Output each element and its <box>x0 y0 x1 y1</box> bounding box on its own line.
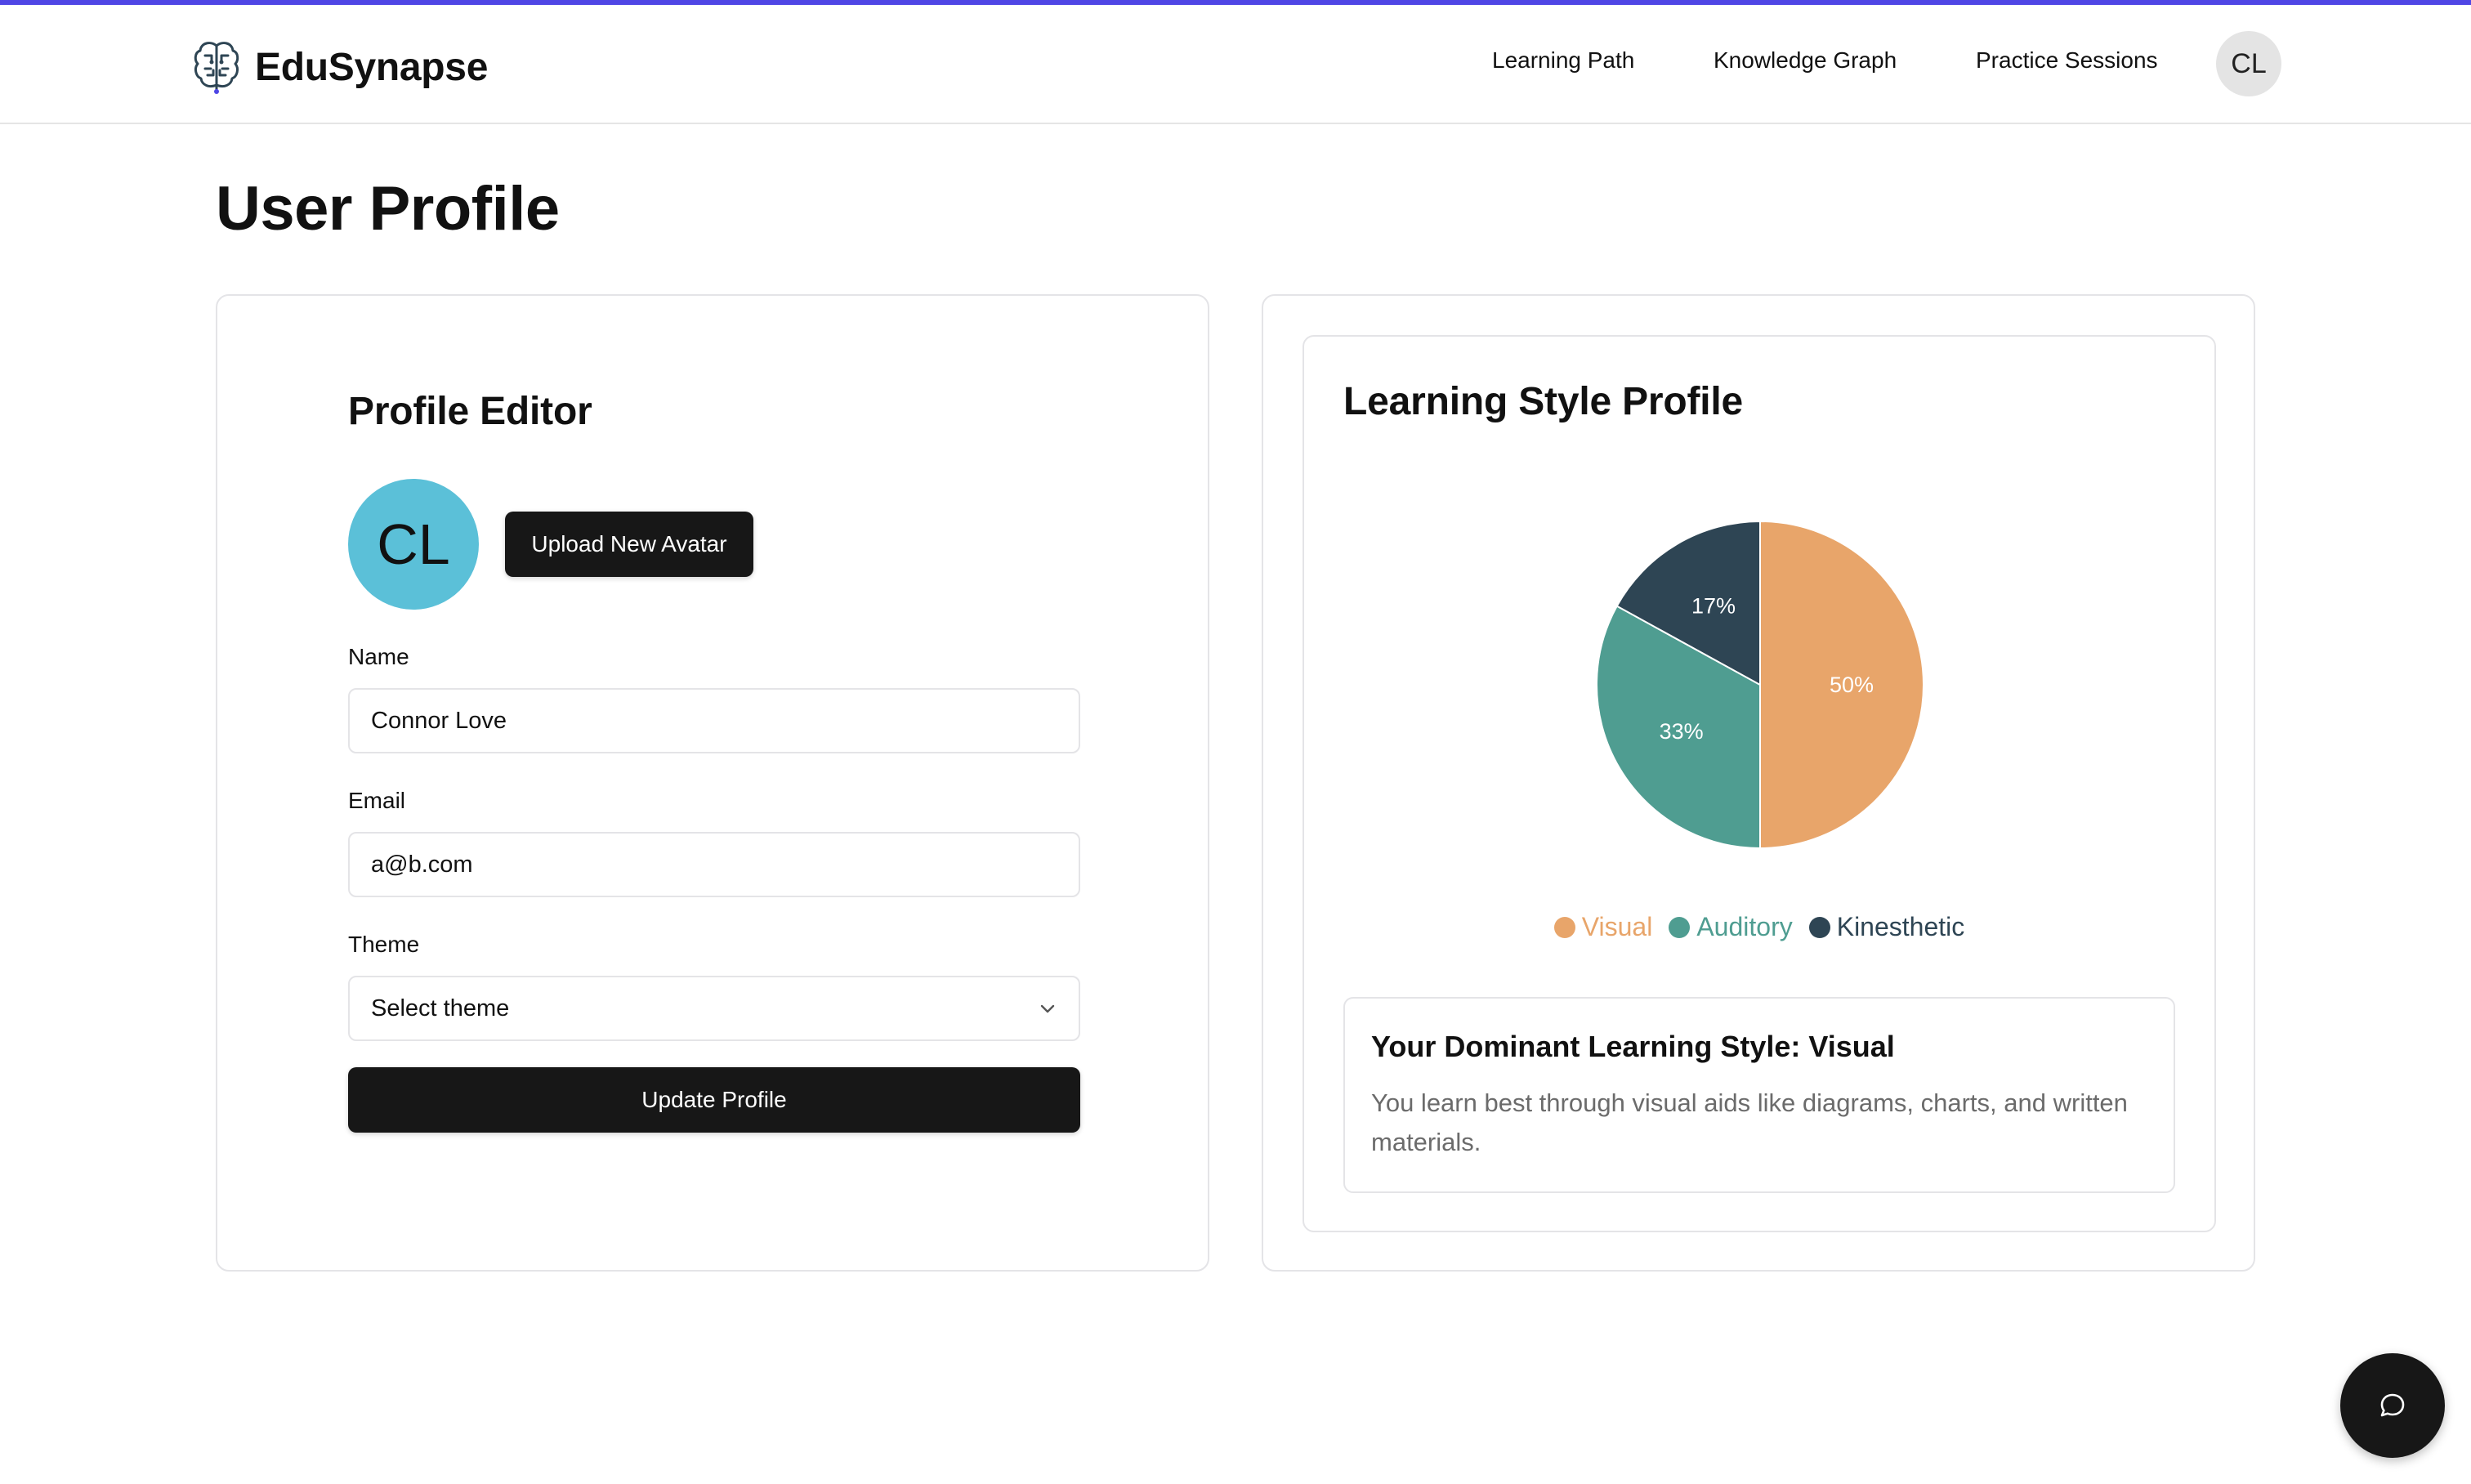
chart-legend: Visual Auditory Kinesthetic <box>1304 912 2214 942</box>
pie-chart-svg: 50% 33% 17% <box>1596 520 1924 850</box>
chat-button[interactable] <box>2340 1353 2445 1458</box>
dominant-style-title: Your Dominant Learning Style: Visual <box>1371 1030 1895 1063</box>
dominant-style-description: You learn best through visual aids like … <box>1371 1088 2128 1156</box>
nav-learning-path[interactable]: Learning Path <box>1492 47 1634 74</box>
learning-style-card: Learning Style Profile 50% 33% 17% Visual A… <box>1262 294 2255 1272</box>
brand-name: EduSynapse <box>255 45 489 89</box>
theme-select-value: Select theme <box>371 995 510 1021</box>
brain-icon <box>194 42 239 94</box>
legend-item-auditory[interactable]: Auditory <box>1669 912 1793 942</box>
brand[interactable]: EduSynapse <box>193 39 488 95</box>
name-label: Name <box>348 644 409 669</box>
profile-editor-card: Profile Editor CL Upload New Avatar Name… <box>216 294 1209 1272</box>
email-label: Email <box>348 788 406 813</box>
navbar: EduSynapse Learning Path Knowledge Graph… <box>0 5 2471 124</box>
page-title: User Profile <box>216 174 560 244</box>
name-input[interactable] <box>348 688 1080 753</box>
legend-label: Kinesthetic <box>1836 912 1965 941</box>
update-profile-button[interactable]: Update Profile <box>348 1067 1080 1133</box>
chevron-down-icon <box>1040 1004 1055 1013</box>
theme-select[interactable]: Select theme <box>348 976 1080 1041</box>
legend-dot <box>1669 916 1691 938</box>
upload-avatar-button[interactable]: Upload New Avatar <box>505 512 753 577</box>
nav-knowledge-graph[interactable]: Knowledge Graph <box>1714 47 1897 74</box>
learning-style-title: Learning Style Profile <box>1343 380 1744 423</box>
legend-item-visual[interactable]: Visual <box>1553 912 1653 942</box>
pie-label-kinesthetic: 17% <box>1691 594 1736 619</box>
chat-bubble-icon <box>2380 1393 2405 1417</box>
dominant-style-box: Your Dominant Learning Style: Visual You… <box>1343 997 2175 1193</box>
pie-label-visual: 50% <box>1830 673 1874 697</box>
email-input[interactable] <box>348 832 1080 897</box>
nav-practice-sessions[interactable]: Practice Sessions <box>1976 47 2158 74</box>
legend-label: Auditory <box>1696 912 1793 941</box>
profile-avatar: CL <box>348 479 479 610</box>
legend-dot <box>1808 916 1830 938</box>
user-avatar-menu[interactable]: CL <box>2216 31 2281 96</box>
legend-label: Visual <box>1581 912 1653 941</box>
pie-chart: 50% 33% 17% <box>1595 520 1925 850</box>
legend-item-kinesthetic[interactable]: Kinesthetic <box>1808 912 1965 942</box>
theme-label: Theme <box>348 932 420 957</box>
learning-style-inner-card: Learning Style Profile 50% 33% 17% Visual A… <box>1303 335 2216 1232</box>
profile-editor-title: Profile Editor <box>348 390 592 433</box>
pie-label-auditory: 33% <box>1660 719 1704 744</box>
legend-dot <box>1553 916 1575 938</box>
